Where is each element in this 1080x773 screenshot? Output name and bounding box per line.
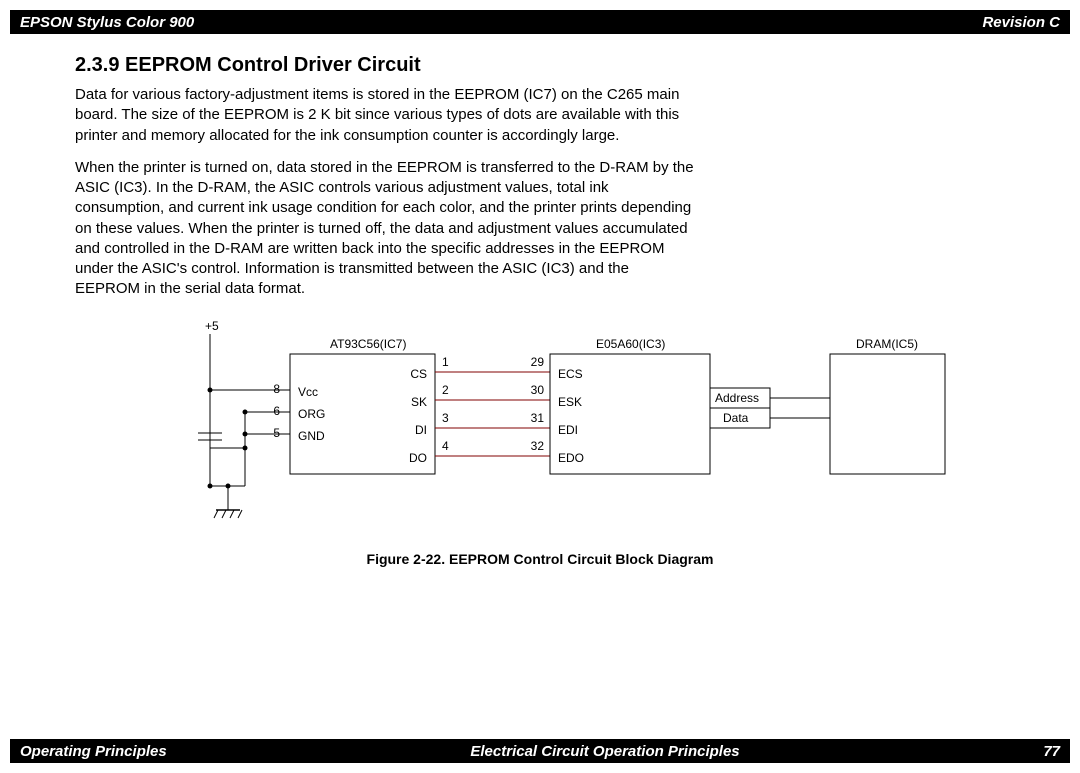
pin-4: 4 [442,439,449,453]
label-ic5: DRAM(IC5) [856,337,918,351]
lbl-sk: SK [411,395,427,409]
lbl-vcc: Vcc [298,385,318,399]
lbl-edo: EDO [558,451,584,465]
pin-5: 5 [273,426,280,440]
pin-31: 31 [531,411,545,425]
header-right: Revision C [982,14,1060,31]
lbl-esk: ESK [558,395,582,409]
lbl-gnd: GND [298,429,325,443]
footer-left: Operating Principles [20,743,167,760]
header-left: EPSON Stylus Color 900 [20,14,194,31]
page-header: EPSON Stylus Color 900 Revision C [10,10,1070,34]
pin-1: 1 [442,355,449,369]
figure-caption: Figure 2-22. EEPROM Control Circuit Bloc… [130,551,950,567]
lbl-data: Data [723,411,749,425]
lbl-edi: EDI [558,423,578,437]
label-plus5: +5 [205,319,219,333]
pin-3: 3 [442,411,449,425]
section-title: 2.3.9 EEPROM Control Driver Circuit [75,54,1005,77]
pin-6: 6 [273,404,280,418]
block-diagram: +5 [130,318,950,567]
pin-30: 30 [531,383,545,397]
lbl-address: Address [715,391,759,405]
lbl-do: DO [409,451,427,465]
lbl-org: ORG [298,407,325,421]
pin-8: 8 [273,382,280,396]
lbl-di: DI [415,423,427,437]
page-content: 2.3.9 EEPROM Control Driver Circuit Data… [0,34,1080,567]
pin-2: 2 [442,383,449,397]
label-ic3: E05A60(IC3) [596,337,665,351]
label-ic7: AT93C56(IC7) [330,337,406,351]
paragraph-2: When the printer is turned on, data stor… [75,158,695,300]
footer-center: Electrical Circuit Operation Principles [167,743,1044,760]
paragraph-1: Data for various factory-adjustment item… [75,85,695,146]
pin-29: 29 [531,355,545,369]
lbl-cs: CS [410,367,427,381]
lbl-ecs: ECS [558,367,583,381]
page-footer: Operating Principles Electrical Circuit … [10,739,1070,763]
diagram-svg: +5 [130,318,950,538]
pin-32: 32 [531,439,545,453]
footer-right: 77 [1043,743,1060,760]
